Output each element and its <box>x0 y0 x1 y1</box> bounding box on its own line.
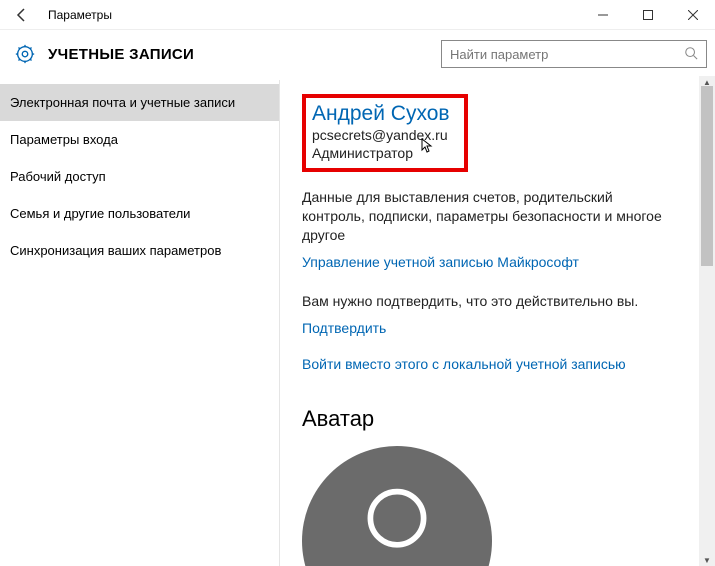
minimize-button[interactable] <box>580 0 625 30</box>
local-account-link[interactable]: Войти вместо этого с локальной учетной з… <box>302 356 626 372</box>
sidebar-item-family-users[interactable]: Семья и другие пользователи <box>0 195 279 232</box>
avatar-heading: Аватар <box>302 406 695 432</box>
avatar-image <box>302 446 492 566</box>
search-input[interactable] <box>450 47 684 62</box>
back-button[interactable] <box>10 3 34 27</box>
vertical-scrollbar[interactable]: ▲ ▼ <box>699 76 715 566</box>
search-icon <box>684 46 698 63</box>
manage-account-link[interactable]: Управление учетной записью Майкрософт <box>302 254 579 270</box>
billing-description: Данные для выставления счетов, родительс… <box>302 188 662 245</box>
close-button[interactable] <box>670 0 715 30</box>
maximize-button[interactable] <box>625 0 670 30</box>
page-header: УЧЕТНЫЕ ЗАПИСИ <box>0 30 715 80</box>
title-bar: Параметры <box>0 0 715 30</box>
content-area: Андрей Сухов pcsecrets@yandex.ru Админис… <box>280 80 715 566</box>
page-title: УЧЕТНЫЕ ЗАПИСИ <box>48 46 194 63</box>
sidebar-item-work-access[interactable]: Рабочий доступ <box>0 158 279 195</box>
cursor-icon <box>420 138 434 158</box>
scroll-down-arrow[interactable]: ▼ <box>699 554 715 566</box>
sidebar: Электронная почта и учетные записи Парам… <box>0 80 280 566</box>
window-controls <box>580 0 715 30</box>
sidebar-item-signin-options[interactable]: Параметры входа <box>0 121 279 158</box>
window-title: Параметры <box>48 8 112 22</box>
user-name: Андрей Сухов <box>312 102 450 126</box>
sidebar-item-sync-settings[interactable]: Синхронизация ваших параметров <box>0 232 279 269</box>
verify-link[interactable]: Подтвердить <box>302 320 386 336</box>
gear-icon <box>14 43 36 65</box>
sidebar-item-email-accounts[interactable]: Электронная почта и учетные записи <box>0 84 279 121</box>
search-box[interactable] <box>441 40 707 68</box>
scroll-thumb[interactable] <box>701 86 713 266</box>
user-info-highlight: Андрей Сухов pcsecrets@yandex.ru Админис… <box>302 94 468 172</box>
verify-description: Вам нужно подтвердить, что это действите… <box>302 292 662 311</box>
